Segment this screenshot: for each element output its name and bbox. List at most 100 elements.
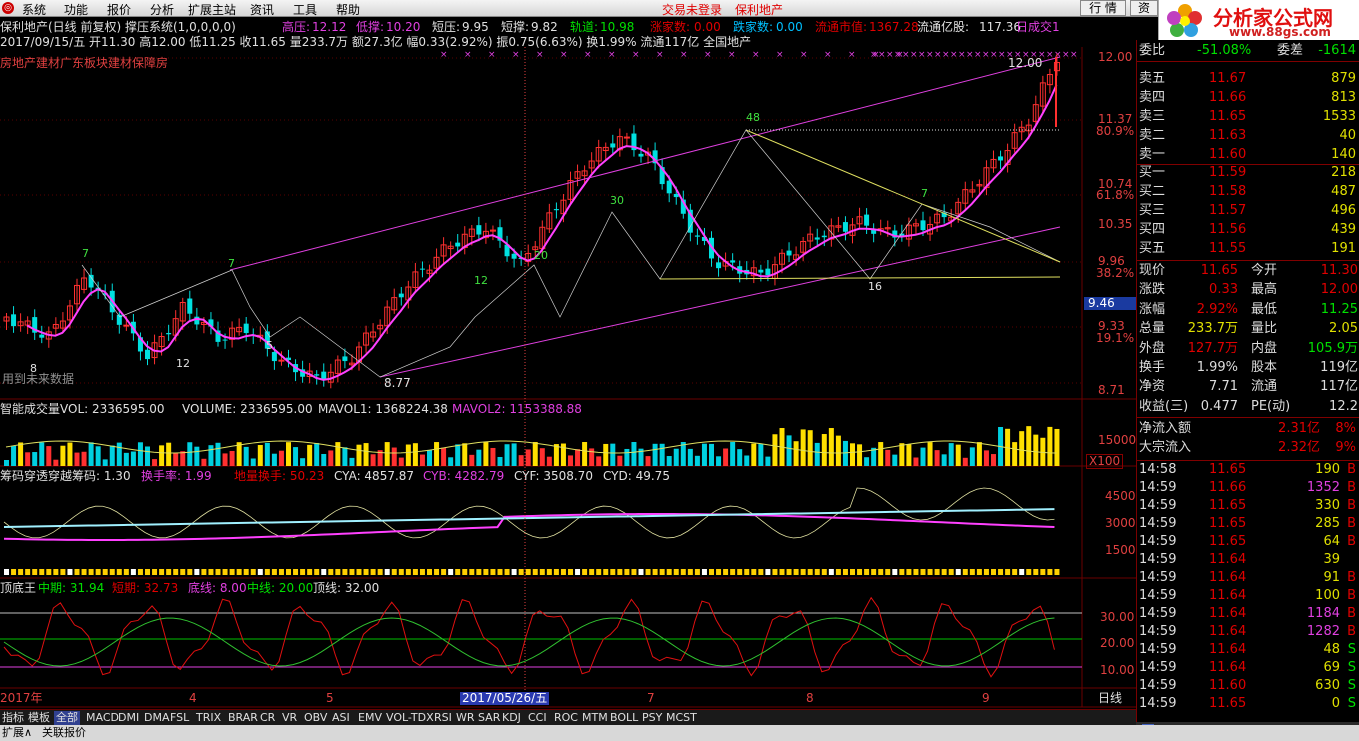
bid-row[interactable]: 买一 11.59 218	[1137, 164, 1359, 182]
chip-bar	[504, 569, 510, 575]
chip-bar	[694, 569, 700, 575]
menu-help[interactable]: 帮助	[336, 1, 360, 18]
candle-body	[243, 323, 249, 334]
quote-mode-button[interactable]: 行 情	[1080, 0, 1126, 16]
indicator-tab[interactable]: FSL	[168, 711, 191, 725]
chip-panel-title: 筹码穿透	[0, 469, 49, 483]
indicator-tab[interactable]: EMV	[356, 711, 384, 725]
menu-analysis[interactable]: 分析	[150, 1, 174, 18]
menu-quote[interactable]: 报价	[107, 1, 131, 18]
bid-row[interactable]: 买四 11.56 439	[1137, 221, 1359, 239]
indicator-tab[interactable]: 全部	[54, 711, 80, 725]
tick-row[interactable]: 14:59 11.65 64 B	[1137, 533, 1359, 551]
chip-bar	[518, 569, 524, 575]
chip-bar	[159, 569, 165, 575]
volume-bar	[476, 449, 482, 466]
chip-bar	[250, 569, 256, 575]
stat-value: 233.7万	[1187, 321, 1238, 337]
tick-row[interactable]: 14:59 11.66 1352 B	[1137, 479, 1359, 497]
tick-row[interactable]: 14:59 11.64 39	[1137, 551, 1359, 569]
stat-row[interactable]: 涨幅 2.92% 最低 11.25	[1137, 301, 1359, 319]
stat-row[interactable]: 现价 11.65 今开 11.30	[1137, 262, 1359, 280]
indicator-tab[interactable]: CCI	[526, 711, 549, 725]
ask-row[interactable]: 卖二 11.63 40	[1137, 127, 1359, 145]
period-label[interactable]: 日线	[1098, 692, 1122, 705]
indicator-tab[interactable]: RSI	[432, 711, 454, 725]
chip-bar	[81, 569, 87, 575]
tick-row[interactable]: 14:59 11.64 1282 B	[1137, 623, 1359, 641]
tick-volume: 1282	[1306, 624, 1340, 639]
ask-row[interactable]: 卖一 11.60 140	[1137, 146, 1359, 164]
indicator-tab[interactable]: VR	[280, 711, 299, 725]
peak-label: 48	[746, 111, 760, 124]
tick-row[interactable]: 14:59 11.64 69 S	[1137, 659, 1359, 677]
flow-row[interactable]: 大宗流入 2.32亿 9%	[1137, 439, 1359, 457]
quote-cell: -1614	[1318, 43, 1356, 58]
indicator-tab[interactable]: WR	[454, 711, 477, 725]
tick-row[interactable]: 14:59 11.64 1184 B	[1137, 605, 1359, 623]
volume-bar	[1012, 442, 1018, 466]
tick-row[interactable]: 14:59 11.64 100 B	[1137, 587, 1359, 605]
stat-row[interactable]: 净资 7.71 流通 117亿	[1137, 378, 1359, 396]
ask-row[interactable]: 卖三 11.65 1533	[1137, 108, 1359, 126]
tick-price: 11.64	[1209, 660, 1247, 675]
stat-row[interactable]: 总量 233.7万 量比 2.05	[1137, 320, 1359, 338]
indicator-tab[interactable]: BOLL	[608, 711, 640, 725]
indicator-tab[interactable]: ROC	[552, 711, 580, 725]
tick-row[interactable]: 14:59 11.64 91 B	[1137, 569, 1359, 587]
tick-row[interactable]: 14:59 11.65 330 B	[1137, 497, 1359, 515]
chip-bar	[828, 569, 834, 575]
indicator-tab[interactable]: KDJ	[500, 711, 523, 725]
bid-row[interactable]: 买二 11.58 487	[1137, 183, 1359, 201]
menu-tools[interactable]: 工具	[293, 1, 317, 18]
stat-row[interactable]: 涨跌 0.33 最高 12.00	[1137, 281, 1359, 299]
indicator-tab[interactable]: VOL-TDX	[384, 711, 436, 725]
volume-bar	[441, 447, 447, 466]
brand-url[interactable]: www.88gs.com	[1229, 25, 1331, 39]
indicator-tab[interactable]: PSY	[640, 711, 664, 725]
indicator-tab[interactable]: DMI	[116, 711, 141, 725]
menu-function[interactable]: 功能	[64, 1, 88, 18]
bid-row[interactable]: 买五 11.55 191	[1137, 240, 1359, 258]
indicator-tab[interactable]: MCST	[664, 711, 699, 725]
menu-ext-station[interactable]: 扩展主站	[188, 1, 236, 18]
tick-row[interactable]: 14:59 11.65 0 S	[1137, 695, 1359, 713]
related-quotes-button[interactable]: 关联报价	[42, 725, 86, 741]
indicator-tab[interactable]: BRAR	[226, 711, 260, 725]
indicator-tab[interactable]: MTM	[580, 711, 610, 725]
indicator-tab-bar: 指标 模板 全部 MACD DMI DMA FSL TRIX BRAR CR VR OBV ASI EMV…	[0, 709, 1136, 725]
stat-label: 收益(三)	[1139, 398, 1189, 414]
indicator-tab[interactable]: 模板	[26, 711, 52, 725]
bid-row[interactable]: 买三 11.57 496	[1137, 202, 1359, 220]
weibi-row[interactable]: 委比 -51.08% 委差 -1614	[1137, 42, 1359, 60]
tick-row[interactable]: 14:58 11.65 190 B	[1137, 461, 1359, 479]
tick-row[interactable]: 14:59 11.60 630 S	[1137, 677, 1359, 695]
stat-row[interactable]: 换手 1.99% 股本 119亿	[1137, 359, 1359, 377]
menu-news[interactable]: 资讯	[250, 1, 274, 18]
chip-bar	[208, 569, 214, 575]
indicator-tab[interactable]: 指标	[0, 711, 26, 725]
indicator-tab[interactable]: TRIX	[194, 711, 223, 725]
stat-row[interactable]: 外盘 127.7万 内盘 105.9万	[1137, 340, 1359, 358]
login-status[interactable]: 交易未登录	[662, 1, 722, 18]
tick-row[interactable]: 14:59 11.64 48 S	[1137, 641, 1359, 659]
volume-bar	[208, 445, 214, 466]
indicator-tab[interactable]: OBV	[302, 711, 329, 725]
news-mode-button[interactable]: 资	[1130, 0, 1158, 16]
menu-system[interactable]: 系统	[22, 1, 46, 18]
chip-bar	[137, 569, 143, 575]
quote-cell: 委比	[1139, 43, 1166, 58]
indicator-tab[interactable]: ASI	[330, 711, 352, 725]
crosshair-date-box: 2017/05/26/五	[460, 691, 550, 705]
indicator-tab[interactable]: SAR	[476, 711, 502, 725]
tick-row[interactable]: 14:59 11.65 285 B	[1137, 515, 1359, 533]
ask-row[interactable]: 卖五 11.67 879	[1137, 70, 1359, 88]
kline-chart-svg[interactable]: × × × × × × × × × × × × × × × × × × × × × × × × × ×× × × × × × × × × × × × × ×…	[0, 17, 1136, 722]
chip-bar	[948, 569, 954, 575]
duanya-value: 9.95	[462, 20, 489, 34]
ask-row[interactable]: 卖四 11.66 813	[1137, 89, 1359, 107]
stat-row[interactable]: 收益(三) 0.477 PE(动) 12.2	[1137, 398, 1359, 416]
expand-button[interactable]: 扩展∧	[2, 725, 32, 741]
indicator-tab[interactable]: CR	[258, 711, 277, 725]
flow-row[interactable]: 净流入额 2.31亿 8%	[1137, 420, 1359, 438]
